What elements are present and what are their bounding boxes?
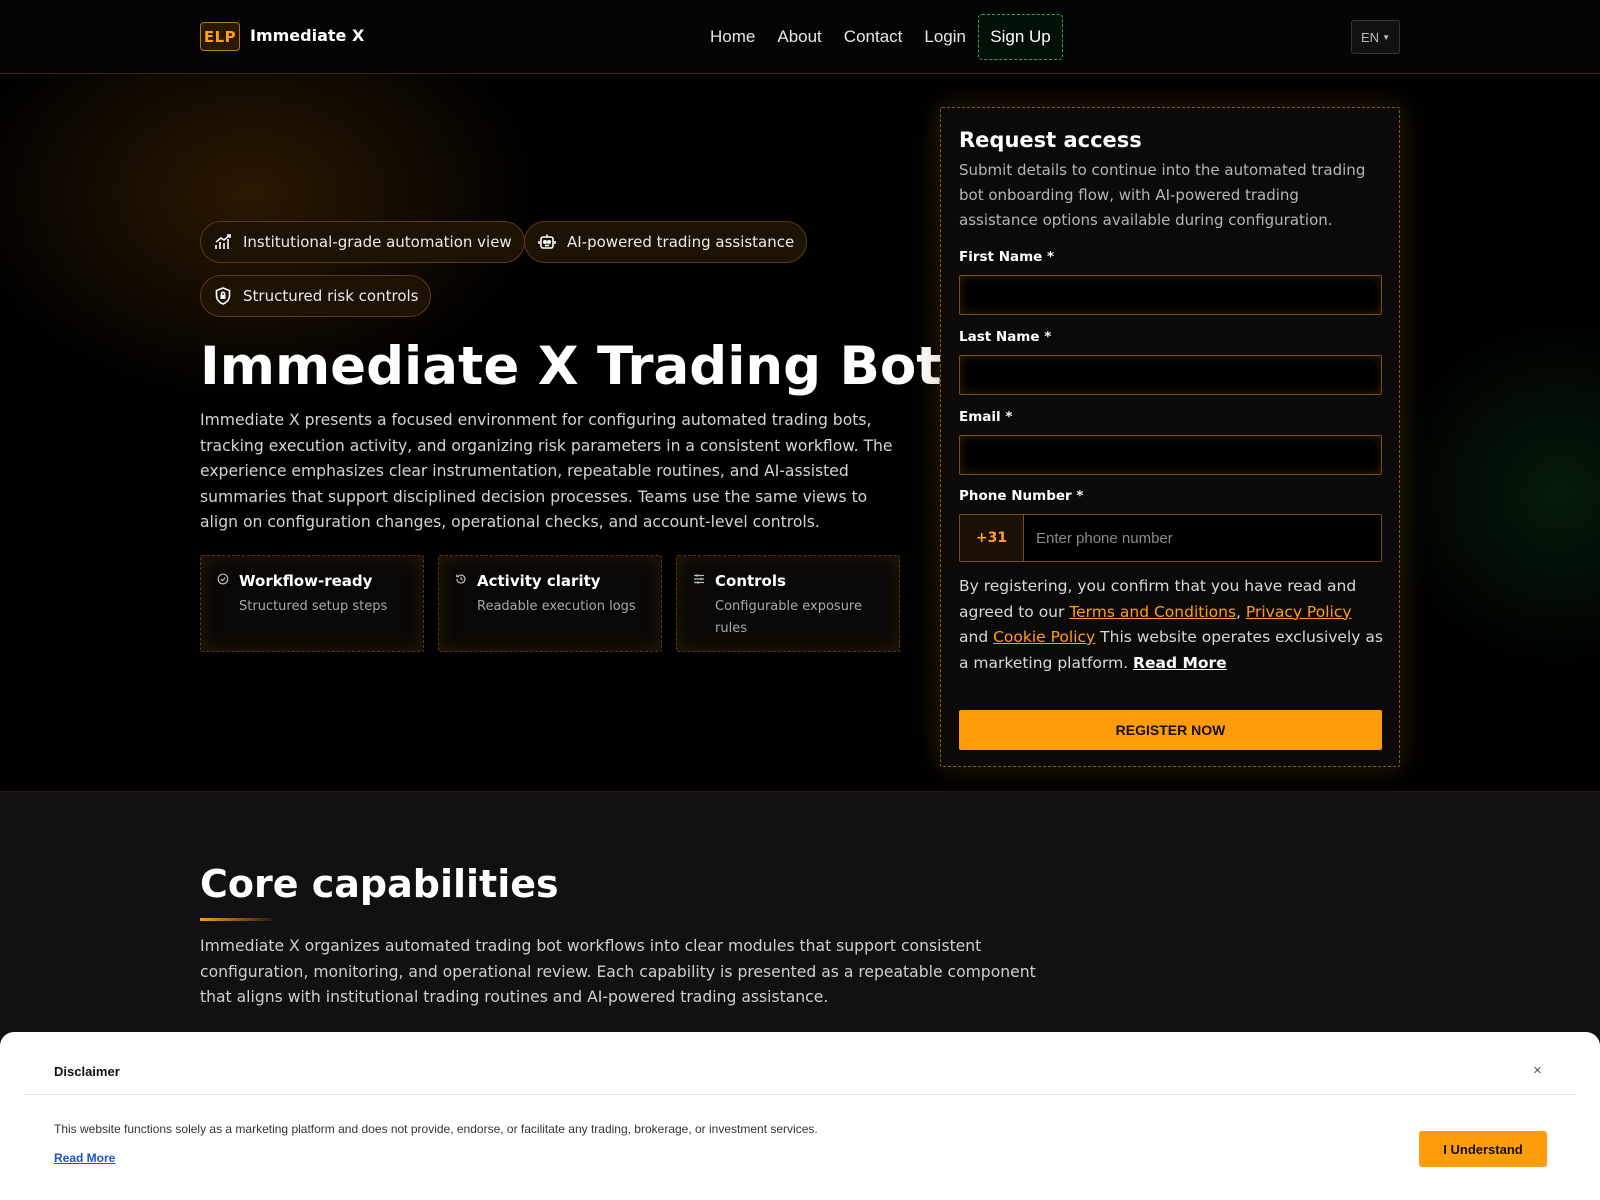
read-more-link[interactable]: Read More — [1133, 654, 1227, 672]
robot-icon — [537, 232, 557, 252]
pill-risk: Structured risk controls — [200, 275, 432, 317]
feature-title: Controls — [715, 572, 786, 590]
pill-ai: AI-powered trading assistance — [524, 221, 808, 263]
terms-link[interactable]: Terms and Conditions — [1069, 603, 1236, 621]
feature-title: Activity clarity — [477, 572, 601, 590]
signup-button[interactable]: Sign Up — [978, 14, 1063, 60]
disclaimer-banner: Disclaimer × This website functions sole… — [0, 1032, 1600, 1200]
country-code-selector[interactable]: +31 — [960, 515, 1024, 561]
disclaimer-text: This website functions solely as a marke… — [54, 1122, 818, 1136]
understand-button[interactable]: I Understand — [1419, 1131, 1547, 1167]
chart-bars-icon — [213, 232, 233, 252]
feature-desc: Structured setup steps — [239, 599, 388, 614]
caret-down-icon: ▼ — [1382, 32, 1390, 42]
cookie-link[interactable]: Cookie Policy — [993, 628, 1095, 646]
feature-desc: Readable execution logs — [477, 599, 636, 614]
feature-card-workflow: Workflow-ready Structured setup steps — [200, 555, 424, 652]
language-label: EN — [1361, 29, 1380, 45]
top-nav: ELP Immediate X Home About Contact Login… — [0, 0, 1600, 74]
close-icon[interactable]: × — [1533, 1062, 1542, 1079]
form-title: Request access — [959, 128, 1142, 152]
feature-card-controls: Controls Configurable exposure rules — [676, 555, 900, 652]
language-selector[interactable]: EN ▼ — [1351, 20, 1400, 54]
nav-links: Home About Contact Login — [710, 0, 988, 74]
history-icon — [455, 570, 467, 584]
check-circle-icon — [217, 570, 229, 585]
last-name-field[interactable] — [959, 355, 1382, 395]
register-button[interactable]: REGISTER NOW — [959, 710, 1382, 750]
pill-label: AI-powered trading assistance — [567, 233, 795, 251]
sliders-icon — [693, 570, 705, 584]
title-underline — [200, 918, 272, 921]
first-name-field[interactable] — [959, 275, 1382, 315]
first-name-label: First Name * — [959, 249, 1055, 265]
shield-lock-icon — [213, 286, 233, 306]
nav-link-home[interactable]: Home — [710, 27, 755, 47]
feature-card-activity: Activity clarity Readable execution logs — [438, 555, 662, 652]
email-label: Email * — [959, 409, 1013, 425]
feature-desc: Configurable exposure rules — [715, 599, 862, 636]
divider — [25, 1094, 1575, 1095]
nav-link-login[interactable]: Login — [924, 27, 966, 47]
phone-field-group: +31 — [959, 514, 1382, 562]
last-name-label: Last Name * — [959, 329, 1052, 345]
consent-text: By registering, you confirm that you hav… — [959, 574, 1384, 676]
section-description: Immediate X organizes automated trading … — [200, 937, 1036, 1006]
hero-title: Immediate X Trading Bots — [200, 336, 974, 397]
phone-input[interactable] — [1024, 515, 1381, 561]
consent-and: and — [959, 628, 994, 646]
disclaimer-title: Disclaimer — [54, 1064, 120, 1079]
feature-title: Workflow-ready — [239, 572, 373, 590]
nav-link-contact[interactable]: Contact — [844, 27, 903, 47]
pill-label: Structured risk controls — [243, 287, 419, 305]
logo-badge[interactable]: ELP — [200, 22, 240, 51]
pill-automation: Institutional-grade automation view — [200, 221, 525, 263]
section-title: Core capabilities — [200, 862, 559, 906]
email-field[interactable] — [959, 435, 1382, 475]
nav-link-about[interactable]: About — [777, 27, 821, 47]
hero-description: Immediate X presents a focused environme… — [200, 411, 893, 531]
consent-comma: , — [1236, 602, 1241, 621]
phone-label: Phone Number * — [959, 488, 1084, 504]
brand-name[interactable]: Immediate X — [250, 26, 364, 45]
disclaimer-read-more-link[interactable]: Read More — [54, 1151, 115, 1165]
form-subtitle: Submit details to continue into the auto… — [959, 161, 1366, 229]
request-access-form: Request access Submit details to continu… — [940, 107, 1400, 767]
pill-label: Institutional-grade automation view — [243, 233, 512, 251]
privacy-link[interactable]: Privacy Policy — [1246, 603, 1352, 621]
